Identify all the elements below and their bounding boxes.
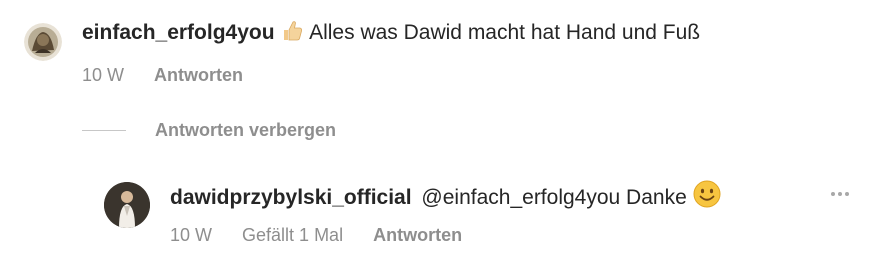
more-dot-icon bbox=[845, 192, 849, 196]
thumbs-up-icon bbox=[280, 19, 304, 50]
comment-timestamp[interactable]: 10 W bbox=[82, 65, 124, 85]
reply-body: @einfach_erfolg4you Danke bbox=[421, 186, 687, 209]
reply-avatar[interactable] bbox=[104, 182, 150, 228]
more-dot-icon bbox=[838, 192, 842, 196]
more-options-button[interactable] bbox=[826, 181, 854, 207]
comment-reply-button[interactable]: Antworten bbox=[154, 65, 243, 85]
reply-likes[interactable]: Gefällt 1 Mal bbox=[242, 225, 343, 245]
reply-reply-button[interactable]: Antworten bbox=[373, 225, 462, 245]
reply-timestamp[interactable]: 10 W bbox=[170, 225, 212, 245]
comment-avatar[interactable] bbox=[24, 23, 62, 61]
replies-divider bbox=[82, 130, 126, 131]
comment-meta: 10 W Antworten bbox=[82, 64, 243, 86]
reply-meta: 10 W Gefällt 1 Mal Antworten bbox=[170, 224, 462, 246]
comment-username[interactable]: einfach_erfolg4you bbox=[82, 21, 275, 44]
more-dot-icon bbox=[831, 192, 835, 196]
comment-text-line: einfach_erfolg4you Alles was Dawid macht… bbox=[82, 19, 700, 50]
hide-replies-button[interactable]: Antworten verbergen bbox=[155, 119, 336, 141]
reply-text-line: dawidprzybylski_official @einfach_erfolg… bbox=[170, 180, 721, 215]
comment-body: Alles was Dawid macht hat Hand und Fuß bbox=[309, 21, 701, 44]
reply-username[interactable]: dawidprzybylski_official bbox=[170, 186, 412, 209]
smiling-face-icon bbox=[693, 180, 721, 215]
